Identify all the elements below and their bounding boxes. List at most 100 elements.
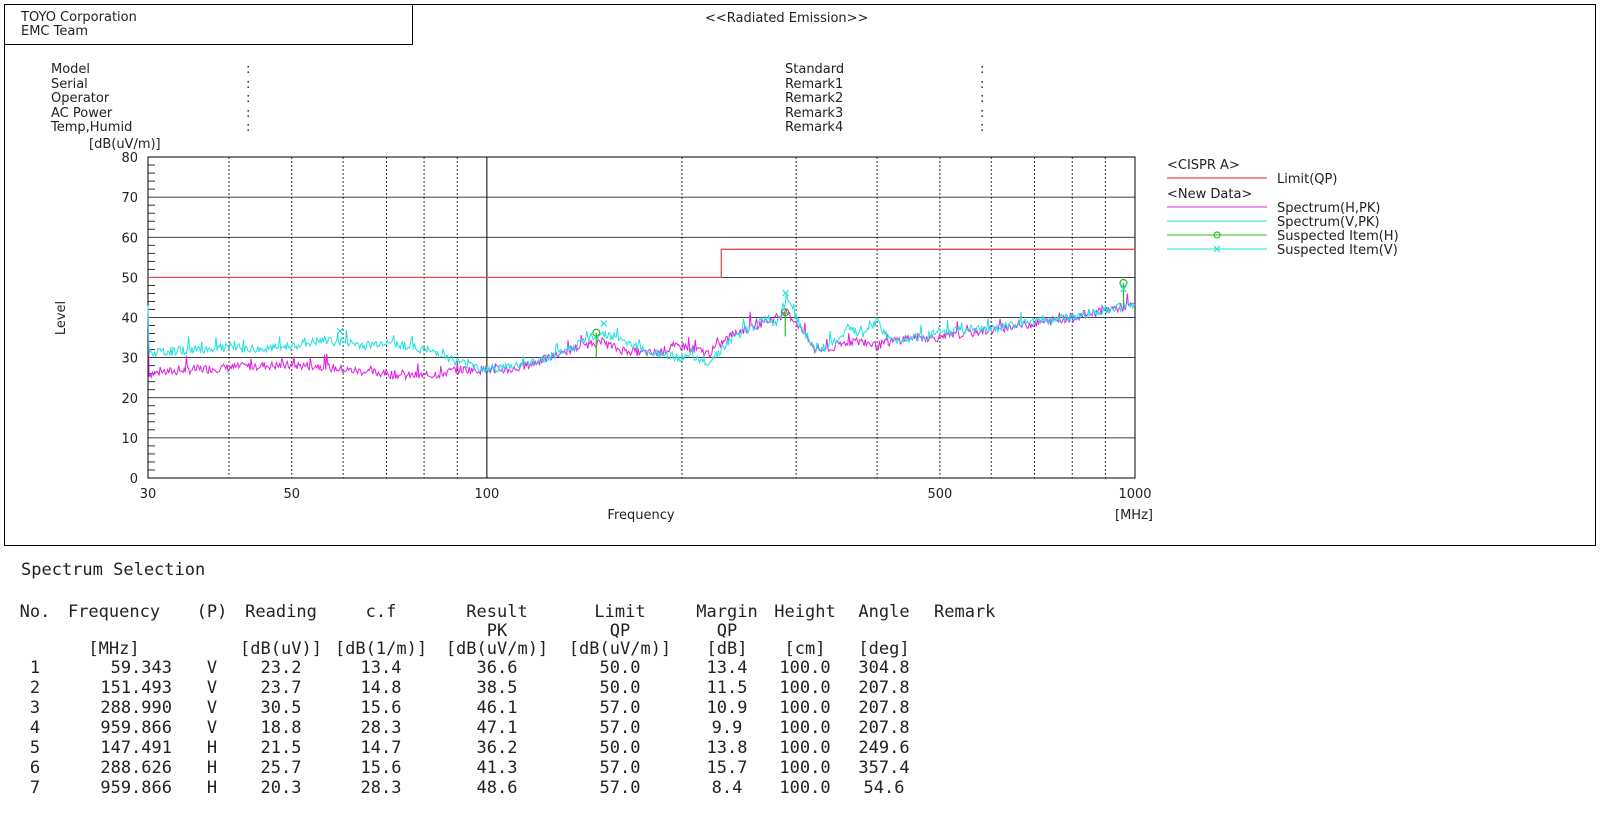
cell-result: 36.6: [476, 658, 518, 678]
header-angle: Angle: [858, 602, 910, 622]
cell-remark: [928, 738, 1014, 758]
y-tick-label: 40: [121, 312, 138, 327]
cell-no: 1: [29, 658, 41, 678]
legend-limit-label: Limit(QP): [1277, 172, 1337, 187]
cell-result: 47.1: [476, 718, 518, 738]
cell-no: 4: [29, 718, 41, 738]
cell-no: 2: [29, 678, 41, 698]
header-margin: Margin: [696, 602, 758, 622]
legend-group-newdata: <New Data>: [1167, 187, 1252, 202]
legend-spectrum-v-label: Spectrum(V,PK): [1277, 215, 1380, 230]
header-cf: c.f: [365, 602, 397, 622]
x-tick-label: 30: [140, 487, 157, 502]
emission-chart: 0 10 20 30 40 50 60 70 80 30 50 100 500 1000 [dB(uV/m)…: [54, 137, 1399, 523]
unit-limit: [dB(uV/m)]: [568, 639, 672, 659]
cell-height: 100.0: [779, 778, 831, 798]
legend-group-cispr: <CISPR A>: [1167, 158, 1240, 173]
cell-freq: 147.491: [100, 738, 172, 758]
cell-reading: 23.2: [260, 658, 302, 678]
cell-cf: 14.8: [360, 678, 402, 698]
cell-freq: 959.866: [100, 718, 172, 738]
cell-p: H: [206, 778, 218, 798]
unit-result: [dB(uV/m)]: [445, 639, 549, 659]
table-row: 6 288.626 H 25.7 15.6 41.3 57.0 15.7 100.0 357.4: [14, 758, 1014, 778]
cell-p: H: [206, 738, 218, 758]
table-row: 5 147.491 H 21.5 14.7 36.2 50.0 13.8 100.0 249.6: [14, 738, 1014, 758]
cell-no: 3: [29, 698, 41, 718]
cell-limit: 57.0: [599, 778, 641, 798]
y-tick-label: 50: [121, 271, 138, 286]
cell-height: 100.0: [779, 658, 831, 678]
y-tick-label: 70: [121, 191, 138, 206]
cell-cf: 15.6: [360, 758, 402, 778]
table-header-row: No. Frequency (P) Reading c.f Result Lim…: [14, 602, 1014, 622]
cell-margin: 8.4: [711, 778, 743, 798]
cell-limit: 57.0: [599, 758, 641, 778]
cell-freq: 151.493: [100, 678, 172, 698]
table-units-row: [MHz] [dB(uV)] [dB(1/m)] [dB(uV/m)] [dB(…: [14, 640, 1014, 658]
cell-limit: 57.0: [599, 698, 641, 718]
unit-margin: [dB]: [706, 639, 748, 659]
cell-height: 100.0: [779, 738, 831, 758]
cell-result: 38.5: [476, 678, 518, 698]
cell-height: 100.0: [779, 718, 831, 738]
unit-reading: [dB(uV)]: [240, 639, 322, 659]
cell-result: 41.3: [476, 758, 518, 778]
y-tick-label: 0: [130, 472, 138, 487]
cell-remark: [928, 758, 1014, 778]
y-tick-label: 30: [121, 352, 138, 367]
cell-result: 36.2: [476, 738, 518, 758]
cell-remark: [928, 718, 1014, 738]
cell-angle: 249.6: [858, 738, 910, 758]
cell-margin: 15.7: [706, 758, 748, 778]
cell-remark: [928, 778, 1014, 798]
cell-p: H: [206, 758, 218, 778]
cell-angle: 207.8: [858, 678, 910, 698]
y-tick-label: 10: [121, 432, 138, 447]
cell-reading: 25.7: [260, 758, 302, 778]
cell-remark: [928, 678, 1014, 698]
cell-reading: 20.3: [260, 778, 302, 798]
cell-freq: 59.343: [110, 658, 172, 678]
cell-height: 100.0: [779, 678, 831, 698]
header-limit: Limit: [594, 602, 646, 622]
unit-frequency: [MHz]: [88, 639, 140, 659]
cell-cf: 28.3: [360, 718, 402, 738]
cell-cf: 14.7: [360, 738, 402, 758]
cell-remark: [928, 698, 1014, 718]
cell-cf: 15.6: [360, 698, 402, 718]
cell-freq: 959.866: [100, 778, 172, 798]
header-frequency: Frequency: [67, 602, 161, 622]
cell-margin: 9.9: [711, 718, 743, 738]
cell-margin: 11.5: [706, 678, 748, 698]
cell-angle: 207.8: [858, 698, 910, 718]
cell-angle: 304.8: [858, 658, 910, 678]
cell-limit: 50.0: [599, 678, 641, 698]
cell-angle: 54.6: [863, 778, 905, 798]
x-tick-label: 500: [927, 487, 952, 502]
report-frame: TOYO Corporation EMC Team <<Radiated Emi…: [4, 4, 1596, 546]
header-reading: Reading: [245, 602, 317, 622]
table-row: 2 151.493 V 23.7 14.8 38.5 50.0 11.5 100.0 207.8: [14, 678, 1014, 698]
cell-reading: 21.5: [260, 738, 302, 758]
cell-p: V: [206, 678, 218, 698]
cell-limit: 50.0: [599, 658, 641, 678]
table-row: 3 288.990 V 30.5 15.6 46.1 57.0 10.9 100.0 207.8: [14, 698, 1014, 718]
legend-suspected-h-label: Suspected Item(H): [1277, 229, 1399, 244]
spectrum-table: No. Frequency (P) Reading c.f Result Lim…: [14, 602, 1014, 798]
table-title: Spectrum Selection: [21, 560, 206, 580]
cell-result: 46.1: [476, 698, 518, 718]
header-result: Result: [466, 602, 528, 622]
x-tick-label: 50: [284, 487, 301, 502]
cell-result: 48.6: [476, 778, 518, 798]
cell-no: 7: [29, 778, 41, 798]
table-row: 4 959.866 V 18.8 28.3 47.1 57.0 9.9 100.0 207.8: [14, 718, 1014, 738]
cell-limit: 50.0: [599, 738, 641, 758]
header-remark: Remark: [934, 602, 996, 622]
unit-height: [cm]: [784, 639, 826, 659]
subheader-margin: QP: [716, 621, 738, 641]
legend-suspected-v-label: Suspected Item(V): [1277, 243, 1398, 258]
y-tick-label: 20: [121, 392, 138, 407]
cell-freq: 288.626: [100, 758, 172, 778]
subheader-result: PK: [486, 621, 508, 641]
